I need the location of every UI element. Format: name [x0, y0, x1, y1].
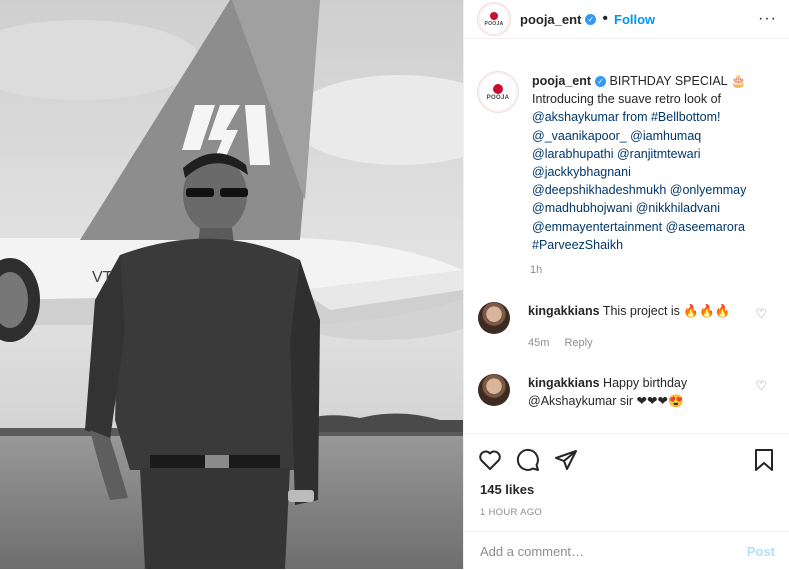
brand-dot-icon — [493, 83, 503, 94]
post-timestamp[interactable]: 1 HOUR AGO — [464, 497, 789, 518]
save-bookmark-icon[interactable] — [753, 448, 775, 472]
comment-like-heart-icon[interactable]: ♡ — [755, 306, 767, 322]
caption-line[interactable]: #ParveezShaikh — [532, 238, 623, 252]
caption-line[interactable]: @madhubhojwani @nikkhiladvani — [532, 201, 720, 215]
comment-item: kingakkians This project is 🔥🔥🔥 45m Repl… — [464, 302, 789, 352]
add-comment-input[interactable] — [478, 542, 747, 560]
comment-text: This project is 🔥🔥🔥 — [599, 304, 731, 319]
photo-illustration: VT — [0, 0, 463, 569]
caption-text: pooja_ent ✓ BIRTHDAY SPECIAL 🎂 Introducin… — [532, 72, 772, 254]
tail-registration-text: VT — [92, 269, 113, 286]
caption-line[interactable]: @larabhupathi @ranjitmtewari — [532, 147, 701, 161]
commenter-avatar[interactable] — [478, 302, 510, 335]
caption-line[interactable]: @emmayentertainment @aseemarora — [532, 220, 745, 234]
brand-dot-icon — [490, 11, 498, 20]
caption-avatar[interactable]: POOJA — [478, 72, 518, 112]
caption-line[interactable]: @deepshikhadeshmukh @onlyemmay — [532, 183, 746, 197]
caption-line: Introducing the suave retro look of — [532, 92, 722, 107]
caption-time[interactable]: 1h — [530, 264, 789, 276]
comment-like-heart-icon[interactable]: ♡ — [755, 378, 767, 394]
likes-count[interactable]: 145 likes — [464, 476, 789, 497]
post-header: POOJA pooja_ent ✓ • Follow ··· — [464, 0, 789, 39]
profile-avatar[interactable]: POOJA — [478, 3, 510, 35]
action-icons-row — [464, 434, 789, 476]
verified-badge-icon: ✓ — [585, 13, 597, 25]
comment-meta: 45m Reply — [528, 334, 738, 352]
comment-username[interactable]: kingakkians — [528, 304, 600, 318]
post-actions: 145 likes 1 HOUR AGO Post — [464, 433, 789, 570]
share-paper-plane-icon[interactable] — [554, 448, 578, 472]
caption-line[interactable]: @_vaanikapoor_ @iamhumaq — [532, 129, 701, 143]
follow-button[interactable]: Follow — [614, 12, 655, 27]
reply-button[interactable]: Reply — [564, 337, 592, 349]
avatar-brand-text: POOJA — [486, 94, 510, 101]
more-options-icon[interactable]: ··· — [758, 10, 777, 28]
post-caption: POOJA pooja_ent ✓ BIRTHDAY SPECIAL 🎂 Intr… — [464, 38, 789, 254]
add-comment-bar: Post — [464, 531, 789, 570]
comment-item: kingakkians Happy birthday @Akshaykumar … — [464, 374, 789, 410]
like-heart-icon[interactable] — [478, 449, 502, 471]
comments-scroll-area[interactable]: POOJA pooja_ent ✓ BIRTHDAY SPECIAL 🎂 Intr… — [464, 38, 789, 433]
instagram-post: VT POOJA pooja_ent ✓ • Follow ··· POOJA … — [0, 0, 789, 569]
post-sidebar: POOJA pooja_ent ✓ • Follow ··· POOJA poo… — [463, 0, 789, 569]
verified-badge-icon: ✓ — [595, 76, 607, 88]
commenter-avatar[interactable] — [478, 374, 510, 407]
post-photo[interactable]: VT — [0, 0, 463, 569]
caption-line: BIRTHDAY SPECIAL 🎂 — [606, 74, 747, 88]
comment-username[interactable]: kingakkians — [528, 376, 600, 390]
header-username[interactable]: pooja_ent — [520, 12, 581, 27]
comment-time[interactable]: 45m — [528, 337, 549, 349]
caption-line[interactable]: @akshaykumar from #Bellbottom! — [532, 110, 720, 124]
avatar-brand-text: POOJA — [484, 20, 504, 27]
post-comment-button[interactable]: Post — [747, 544, 775, 559]
caption-username[interactable]: pooja_ent — [532, 74, 591, 88]
header-separator: • — [602, 10, 609, 27]
caption-line[interactable]: @jackkybhagnani — [532, 165, 631, 179]
comment-bubble-icon[interactable] — [516, 448, 540, 472]
